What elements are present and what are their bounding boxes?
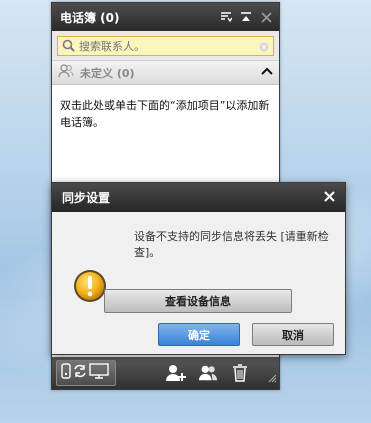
group-header-undefined[interactable]: 未定义 (0) [52, 61, 279, 85]
search-field[interactable] [57, 36, 274, 56]
add-group-icon[interactable] [198, 363, 218, 383]
trash-icon[interactable] [230, 363, 250, 383]
sync-button[interactable] [56, 360, 116, 386]
close-icon[interactable] [324, 190, 335, 205]
phonebook-title: 电话簿 (0) [60, 10, 120, 25]
phone-sync-pc-icon [60, 362, 112, 384]
add-contact-icon[interactable] [166, 363, 186, 383]
empty-hint-text[interactable]: 双击此处或单击下面的“添加项目”以添加新电话簿。 [52, 85, 279, 143]
sync-settings-dialog: 同步设置 设备不支持的同步信息将丢失 [请重新检查]。 查看设备信息 确定 取消 [51, 182, 346, 355]
dialog-body: 设备不支持的同步信息将丢失 [请重新检查]。 查看设备信息 确定 取消 [52, 212, 345, 354]
search-bar [52, 31, 279, 61]
dialog-message: 设备不支持的同步信息将丢失 [请重新检查]。 [134, 230, 329, 259]
search-input[interactable] [79, 39, 255, 53]
phonebook-footer [52, 357, 279, 389]
phonebook-header: 电话簿 (0) [52, 3, 279, 31]
search-icon [62, 37, 75, 56]
ok-button[interactable]: 确定 [158, 323, 240, 346]
view-device-info-button[interactable]: 查看设备信息 [104, 289, 292, 313]
sort-icon[interactable] [219, 10, 233, 24]
clear-icon[interactable] [259, 37, 269, 56]
contacts-group-icon [58, 64, 74, 81]
collapse-top-icon[interactable] [239, 10, 253, 24]
dialog-title: 同步设置 [62, 191, 111, 205]
close-icon[interactable] [259, 10, 273, 24]
group-label: 未定义 (0) [80, 66, 135, 80]
cancel-button[interactable]: 取消 [252, 323, 334, 346]
chevron-up-icon[interactable] [261, 66, 273, 79]
resize-grip-icon[interactable] [267, 368, 277, 387]
warning-icon [73, 269, 107, 303]
dialog-header: 同步设置 [52, 183, 345, 212]
